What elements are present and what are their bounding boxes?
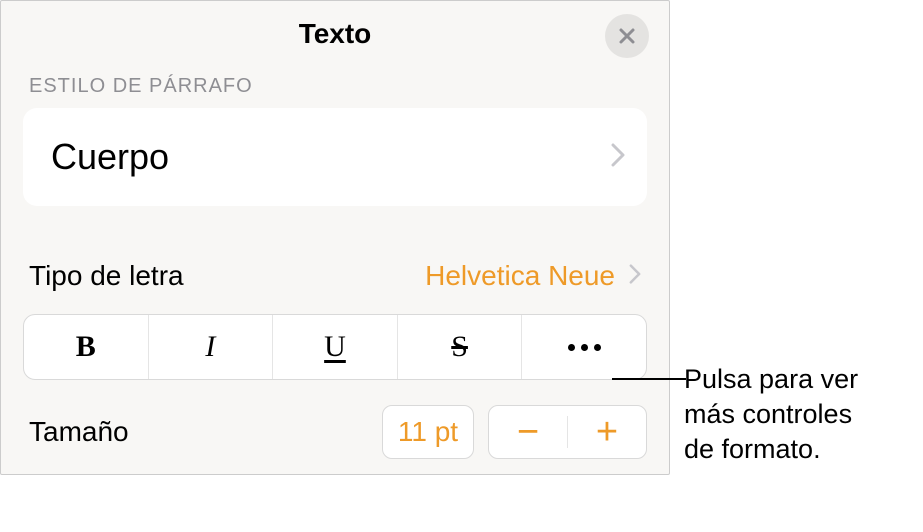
panel-title: Texto: [299, 18, 372, 50]
font-selector[interactable]: Tipo de letra Helvetica Neue: [1, 254, 669, 298]
size-label: Tamaño: [29, 416, 129, 448]
size-value-field[interactable]: 11 pt: [382, 405, 474, 459]
strikethrough-button[interactable]: S: [398, 315, 523, 379]
italic-icon: I: [205, 330, 215, 364]
callout: Pulsa para ver más controles de formato.: [684, 362, 858, 467]
underline-button[interactable]: U: [273, 315, 398, 379]
text-format-panel: Texto ESTILO DE PÁRRAFO Cuerpo Tipo de l…: [0, 0, 670, 475]
more-options-button[interactable]: [522, 315, 646, 379]
size-increase-button[interactable]: +: [568, 406, 646, 458]
paragraph-style-selector[interactable]: Cuerpo: [23, 108, 647, 206]
chevron-right-icon: [611, 143, 625, 172]
bold-icon: B: [76, 330, 96, 364]
more-icon: [568, 344, 601, 351]
font-style-segmented-control: B I U S: [23, 314, 647, 380]
size-controls: 11 pt − +: [382, 405, 647, 459]
size-row: Tamaño 11 pt − +: [1, 402, 669, 462]
panel-header: Texto: [1, 1, 669, 67]
font-value-wrap: Helvetica Neue: [425, 260, 641, 292]
bold-button[interactable]: B: [24, 315, 149, 379]
font-label: Tipo de letra: [29, 260, 184, 292]
chevron-right-icon: [629, 264, 641, 289]
font-value: Helvetica Neue: [425, 260, 615, 292]
close-button[interactable]: [605, 14, 649, 58]
size-decrease-button[interactable]: −: [489, 406, 567, 458]
paragraph-style-value: Cuerpo: [51, 136, 169, 178]
size-stepper: − +: [488, 405, 647, 459]
callout-line: [612, 378, 686, 380]
strikethrough-icon: S: [451, 330, 468, 364]
italic-button[interactable]: I: [149, 315, 274, 379]
callout-text: Pulsa para ver más controles de formato.: [684, 362, 858, 467]
underline-icon: U: [324, 330, 346, 364]
paragraph-style-label: ESTILO DE PÁRRAFO: [1, 67, 669, 108]
close-icon: [617, 26, 637, 46]
